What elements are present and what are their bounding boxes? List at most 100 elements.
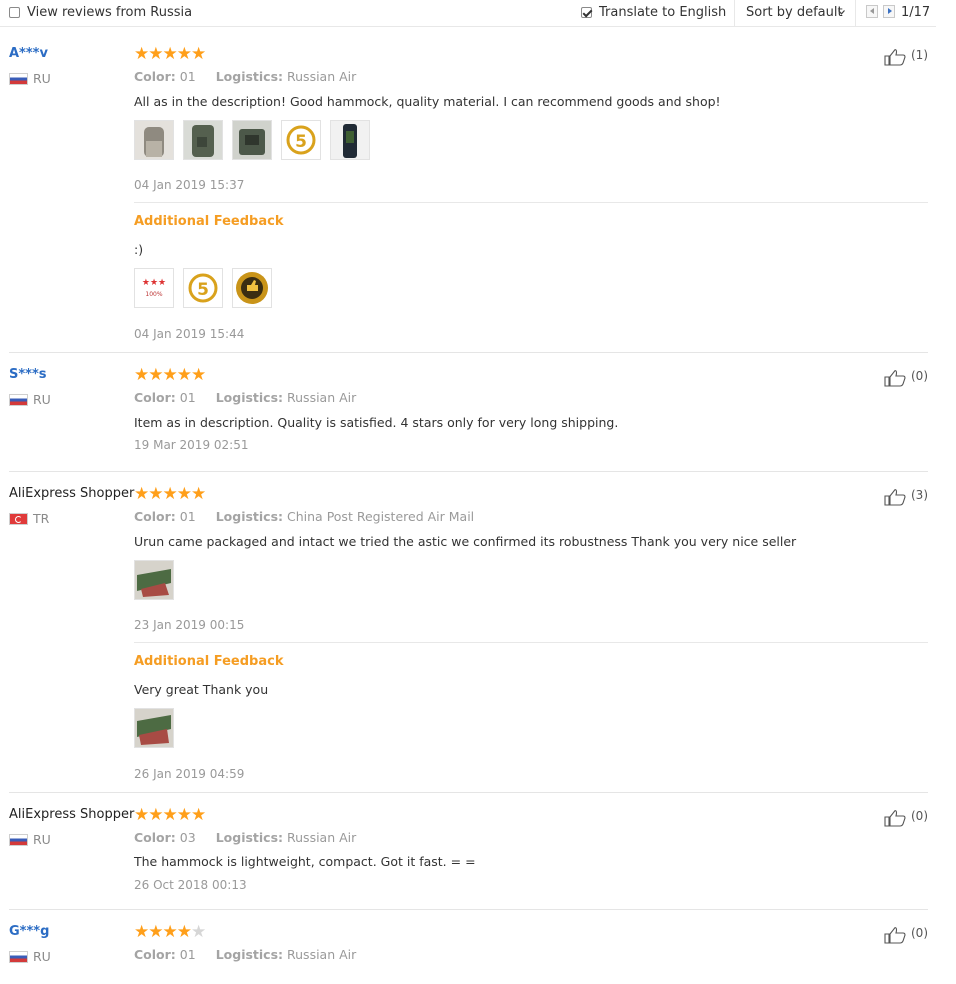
review-text: The hammock is lightweight, compact. Got… (134, 854, 476, 869)
star-rating: ★★★★★ (134, 365, 207, 385)
star-icon: ★ (162, 365, 178, 385)
review-item: S***s RU ★★★★★ Color: 01 Logistics: Russi… (9, 367, 928, 472)
star-icon: ★ (162, 805, 178, 825)
additional-feedback-heading: Additional Feedback (134, 214, 284, 229)
view-reviews-russia-checkbox[interactable] (9, 7, 20, 18)
star-icon: ★ (162, 44, 178, 64)
review-item: AliExpress Shopper TR ★★★★★ Color: 01 Log… (9, 486, 928, 793)
country-code: RU (33, 949, 51, 964)
star-icon: ★ (191, 44, 207, 64)
reviewer-name: AliExpress Shopper (9, 486, 135, 501)
star-icon: ★ (176, 484, 192, 504)
review-photo[interactable] (182, 120, 223, 160)
additional-photos: ★★★ 100% 5 (134, 268, 277, 310)
star-icon: ★ (176, 805, 192, 825)
logistics-label: Logistics: (215, 390, 284, 405)
divider (134, 202, 928, 203)
review-item: A***v RU ★★★★★ Color: 01 Logistics: Russi… (9, 46, 928, 353)
star-icon: ★ (134, 44, 150, 64)
review-photo[interactable] (134, 560, 174, 600)
review-photo[interactable] (329, 120, 370, 160)
star-icon: ★ (148, 365, 164, 385)
logistics-value: Russian Air (287, 390, 357, 405)
order-info: Color: 01 Logistics: Russian Air (134, 69, 356, 84)
review-text: Urun came packaged and intact we tried t… (134, 534, 797, 549)
review-photo[interactable] (231, 120, 272, 160)
thumbs-up-icon (884, 489, 906, 506)
star-icon: ★ (176, 44, 192, 64)
star-icon: ★ (176, 365, 192, 385)
review-date: 04 Jan 2019 15:37 (134, 178, 245, 192)
helpful-count: (3) (911, 488, 928, 502)
additional-feedback-text: :) (134, 242, 144, 257)
helpful-count: (1) (911, 48, 928, 62)
review-item: G***g RU ★★★★★ Color: 01 Logistics: Russi… (9, 924, 928, 984)
translate-english-checkbox[interactable] (581, 7, 592, 18)
logistics-label: Logistics: (215, 947, 284, 962)
star-icon: ★ (191, 365, 207, 385)
view-reviews-russia-label[interactable]: View reviews from Russia (27, 5, 192, 20)
star-icon: ★ (148, 805, 164, 825)
color-label: Color: (134, 390, 176, 405)
thumbs-up-icon (884, 810, 906, 827)
additional-photos (134, 708, 179, 750)
star-icon: ★ (176, 922, 192, 942)
logistics-value: Russian Air (287, 69, 357, 84)
helpful-count: (0) (911, 369, 928, 383)
thumbs-up-icon (884, 927, 906, 944)
star-rating: ★★★★★ (134, 922, 207, 942)
star-rating: ★★★★★ (134, 484, 206, 504)
thumbs-up-icon (884, 370, 906, 387)
star-rating: ★★★★★ (134, 805, 207, 825)
chevron-down-icon (838, 10, 845, 15)
color-value: 03 (179, 830, 196, 845)
russia-flag-icon (9, 394, 28, 406)
star-icon: ★ (148, 922, 164, 942)
star-icon: ★ (191, 805, 207, 825)
review-photo[interactable] (134, 708, 174, 748)
country-code: RU (33, 71, 51, 86)
reviewer-name[interactable]: G***g (9, 924, 49, 939)
review-photo[interactable]: 5 (182, 268, 223, 308)
country-code: RU (33, 392, 51, 407)
additional-feedback-date: 04 Jan 2019 15:44 (134, 327, 245, 341)
translate-english-label[interactable]: Translate to English (599, 5, 726, 20)
turkey-flag-icon (9, 513, 28, 525)
color-label: Color: (134, 509, 176, 524)
review-photos: 5 (134, 120, 375, 162)
russia-flag-icon (9, 951, 28, 963)
reviewer-name[interactable]: A***v (9, 46, 48, 61)
reviewer-name[interactable]: S***s (9, 367, 47, 382)
review-photo[interactable] (134, 120, 174, 160)
review-photo[interactable]: 5 (280, 120, 321, 160)
prev-page-button[interactable] (866, 5, 878, 18)
color-label: Color: (134, 830, 176, 845)
review-toolbar: View reviews from Russia Translate to En… (0, 0, 936, 27)
helpful-count: (0) (911, 926, 928, 940)
logistics-value: Russian Air (287, 830, 357, 845)
review-text: Item as in description. Quality is satis… (134, 415, 619, 430)
order-info: Color: 01 Logistics: China Post Registere… (134, 509, 474, 524)
star-icon: ★ (148, 44, 164, 64)
star-icon: ★ (134, 365, 150, 385)
color-label: Color: (134, 69, 176, 84)
review-photo[interactable]: ★★★ 100% (134, 268, 174, 308)
star-icon: ★ (134, 484, 150, 504)
logistics-value: Russian Air (287, 947, 357, 962)
star-icon: ★ (162, 484, 178, 504)
sort-dropdown[interactable]: Sort by default (734, 0, 856, 26)
star-empty-icon: ★ (191, 922, 207, 942)
russia-flag-icon (9, 73, 28, 85)
review-photo[interactable] (231, 268, 272, 308)
review-date: 19 Mar 2019 02:51 (134, 438, 249, 452)
page-indicator: 1/17 (901, 5, 931, 20)
reviewer-name: AliExpress Shopper (9, 807, 135, 822)
star-icon: ★ (134, 805, 150, 825)
review-text: All as in the description! Good hammock,… (134, 94, 721, 109)
svg-text:5: 5 (197, 280, 209, 300)
star-rating: ★★★★★ (134, 44, 207, 64)
review-date: 23 Jan 2019 00:15 (134, 618, 245, 632)
country-code: TR (33, 511, 50, 526)
logistics-label: Logistics: (215, 509, 284, 524)
next-page-button[interactable] (883, 5, 895, 18)
